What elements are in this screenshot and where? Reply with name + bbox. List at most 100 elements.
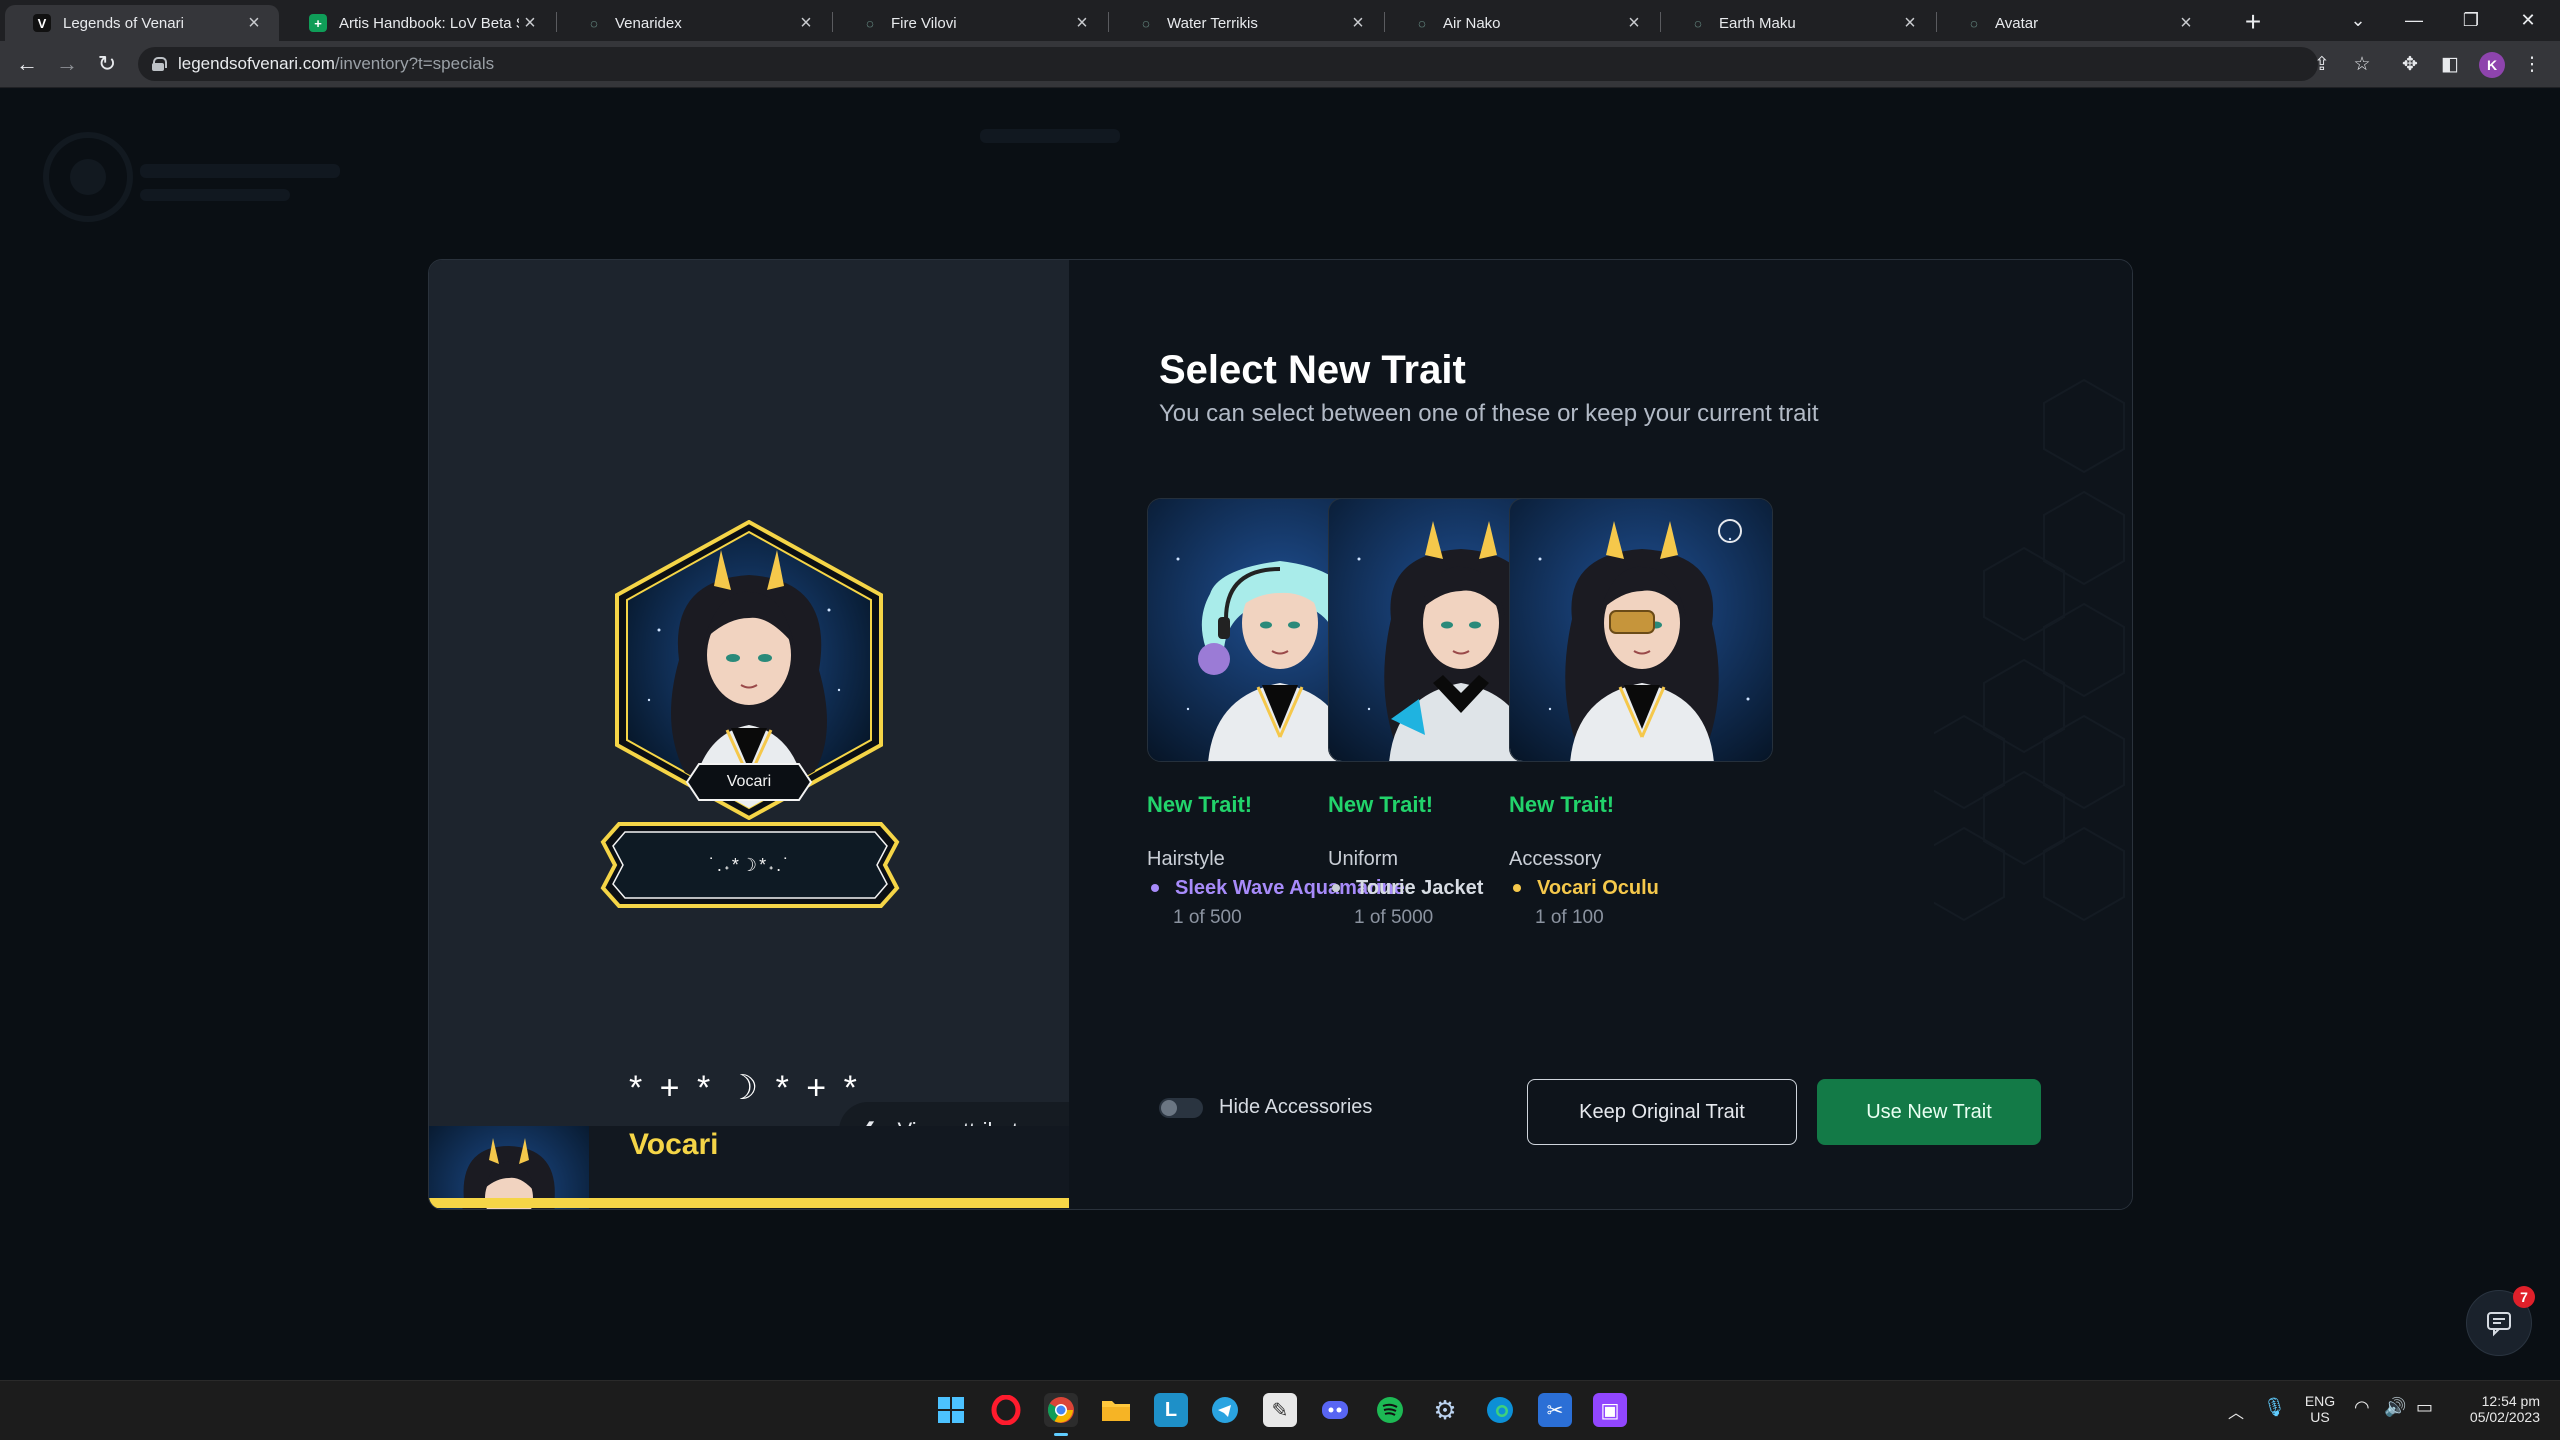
name-tag-text: Vocari <box>726 773 772 790</box>
tab-favicon-icon: ◌ <box>1418 15 1426 31</box>
browser-tab[interactable]: V Legends of Venari × <box>5 5 279 41</box>
trait-preview-image[interactable] <box>1509 498 1773 762</box>
clock[interactable]: 12:54 pm 05/02/2023 <box>2450 1393 2540 1425</box>
share-icon[interactable]: ⇪ <box>2308 50 2336 78</box>
back-arrow-icon[interactable]: ← <box>12 49 42 79</box>
tab-close-icon[interactable]: × <box>1623 12 1645 34</box>
trait-rarity: 1 of 500 <box>1173 907 1242 928</box>
url-path: /inventory?t=specials <box>334 54 495 73</box>
background-placeholder <box>140 189 290 201</box>
url-host: legendsofvenari.com <box>178 54 335 73</box>
language-indicator[interactable]: ENG US <box>2302 1393 2338 1425</box>
browser-tab[interactable]: ◌ Avatar × <box>1937 5 2211 41</box>
tab-title: Fire Vilovi <box>891 14 957 32</box>
background-placeholder <box>140 164 340 178</box>
tab-search-chevron-icon[interactable]: ⌄ <box>2330 0 2386 40</box>
tab-favicon-icon: + <box>309 14 327 32</box>
gold-accent-bar <box>429 1198 1069 1208</box>
tab-favicon-icon: ◌ <box>1142 15 1150 31</box>
bullet-dot-icon <box>1513 884 1521 892</box>
region-code: US <box>2310 1409 2330 1425</box>
discord-icon[interactable] <box>1318 1393 1352 1427</box>
tab-close-icon[interactable]: × <box>1347 12 1369 34</box>
address-bar[interactable]: legendsofvenari.com/inventory?t=specials <box>138 47 2318 81</box>
title-plaque: ˙.˖*☽*˖.˙ <box>599 820 901 910</box>
new-trait-badge: New Trait! <box>1509 792 1615 817</box>
new-trait-badge: New Trait! <box>1147 792 1253 817</box>
windows-taskbar: L ✎ ⚙ ✂ ▣ ︿ 🎙 ENG US ◠ 🔊 ▭ 12:54 pm 05/0… <box>0 1380 2560 1440</box>
tab-favicon-icon: ◌ <box>1694 15 1702 31</box>
character-preview-panel: Vocari ˙.˖*☽*˖.˙ ❮ View attributes <box>429 260 1069 1209</box>
trait-radio-button[interactable] <box>1718 519 1742 543</box>
l-app-icon[interactable]: L <box>1154 1393 1188 1427</box>
snipping-tool-icon[interactable]: ✂ <box>1538 1393 1572 1427</box>
file-explorer-icon[interactable] <box>1099 1393 1133 1427</box>
extensions-puzzle-icon[interactable]: ✥ <box>2396 50 2424 78</box>
battery-icon[interactable]: ▭ <box>2416 1397 2433 1418</box>
spotify-icon[interactable] <box>1373 1393 1407 1427</box>
tab-title: Air Nako <box>1443 14 1501 32</box>
tab-title: Artis Handbook: LoV Beta Sea <box>339 14 519 32</box>
character-name: Vocari <box>629 1128 719 1161</box>
close-window-button[interactable]: ✕ <box>2500 0 2556 40</box>
use-new-trait-button[interactable]: Use New Trait <box>1817 1079 2041 1145</box>
forward-arrow-icon[interactable]: → <box>52 49 82 79</box>
edge-icon[interactable] <box>1483 1393 1517 1427</box>
tab-close-icon[interactable]: × <box>795 12 817 34</box>
modal-title: Select New Trait <box>1159 348 1466 392</box>
active-app-indicator <box>1054 1433 1068 1436</box>
paint-icon[interactable]: ✎ <box>1263 1393 1297 1427</box>
bookmark-star-icon[interactable]: ☆ <box>2348 50 2376 78</box>
clock-date: 05/02/2023 <box>2469 1409 2540 1425</box>
browser-tab[interactable]: ◌ Venaridex × <box>557 5 831 41</box>
tab-close-icon[interactable]: × <box>1071 12 1093 34</box>
reload-icon[interactable]: ↻ <box>92 49 122 79</box>
twitch-icon[interactable]: ▣ <box>1593 1393 1627 1427</box>
tab-title: Water Terrikis <box>1167 14 1258 32</box>
tab-separator <box>1108 12 1109 32</box>
tab-title: Earth Maku <box>1719 14 1796 32</box>
trait-category: Uniform <box>1328 848 1399 870</box>
microphone-icon[interactable]: 🎙 <box>2263 1397 2286 1418</box>
telegram-icon[interactable] <box>1208 1393 1242 1427</box>
chrome-icon[interactable] <box>1044 1393 1078 1427</box>
tab-close-icon[interactable]: × <box>1899 12 1921 34</box>
tab-separator <box>1660 12 1661 32</box>
wifi-icon[interactable]: ◠ <box>2354 1397 2370 1418</box>
profile-avatar[interactable]: K <box>2479 52 2505 78</box>
lock-icon[interactable] <box>152 57 167 71</box>
browser-toolbar: ← → ↻ legendsofvenari.com/inventory?t=sp… <box>0 41 2560 88</box>
tab-close-icon[interactable]: × <box>519 12 541 34</box>
windows-start-icon[interactable] <box>934 1393 968 1427</box>
trait-rarity: 1 of 5000 <box>1354 907 1434 928</box>
tab-separator <box>1384 12 1385 32</box>
tab-separator <box>1936 12 1937 32</box>
bullet-dot-icon <box>1332 884 1340 892</box>
restore-button[interactable]: ❐ <box>2443 0 2499 40</box>
menu-kebab-icon[interactable]: ⋮ <box>2518 50 2546 78</box>
tray-chevron-up-icon[interactable]: ︿ <box>2228 1399 2244 1423</box>
browser-tab[interactable]: ◌ Fire Vilovi × <box>833 5 1107 41</box>
minimize-button[interactable]: — <box>2386 0 2442 40</box>
tab-close-icon[interactable]: × <box>243 12 265 34</box>
browser-tab[interactable]: ◌ Earth Maku × <box>1661 5 1935 41</box>
select-trait-modal: Vocari ˙.˖*☽*˖.˙ ❮ View attributes <box>428 259 2133 1210</box>
page-content: Vocari ˙.˖*☽*˖.˙ ❮ View attributes <box>0 89 2560 1380</box>
hide-accessories-toggle[interactable] <box>1159 1098 1203 1118</box>
side-panel-icon[interactable]: ◧ <box>2436 50 2464 78</box>
keep-original-trait-button[interactable]: Keep Original Trait <box>1527 1079 1797 1145</box>
background-logo-icon <box>43 132 133 222</box>
browser-tab-strip: V Legends of Venari × + Artis Handbook: LoV … <box>0 0 2560 41</box>
plaque-symbol: ˙.˖*☽*˖.˙ <box>708 854 792 875</box>
settings-gear-icon[interactable]: ⚙ <box>1428 1393 1462 1427</box>
browser-tab[interactable]: ◌ Air Nako × <box>1385 5 1659 41</box>
tab-favicon-icon: ◌ <box>1970 15 1978 31</box>
volume-icon[interactable]: 🔊 <box>2384 1397 2406 1418</box>
hexagon-pattern-decoration <box>1934 378 2125 922</box>
background-placeholder <box>980 129 1120 143</box>
tab-close-icon[interactable]: × <box>2175 12 2197 34</box>
browser-tab[interactable]: ◌ Water Terrikis × <box>1109 5 1383 41</box>
opera-icon[interactable] <box>989 1393 1023 1427</box>
browser-tab[interactable]: + Artis Handbook: LoV Beta Sea× <box>281 5 555 41</box>
new-tab-button[interactable]: + <box>2237 6 2269 38</box>
